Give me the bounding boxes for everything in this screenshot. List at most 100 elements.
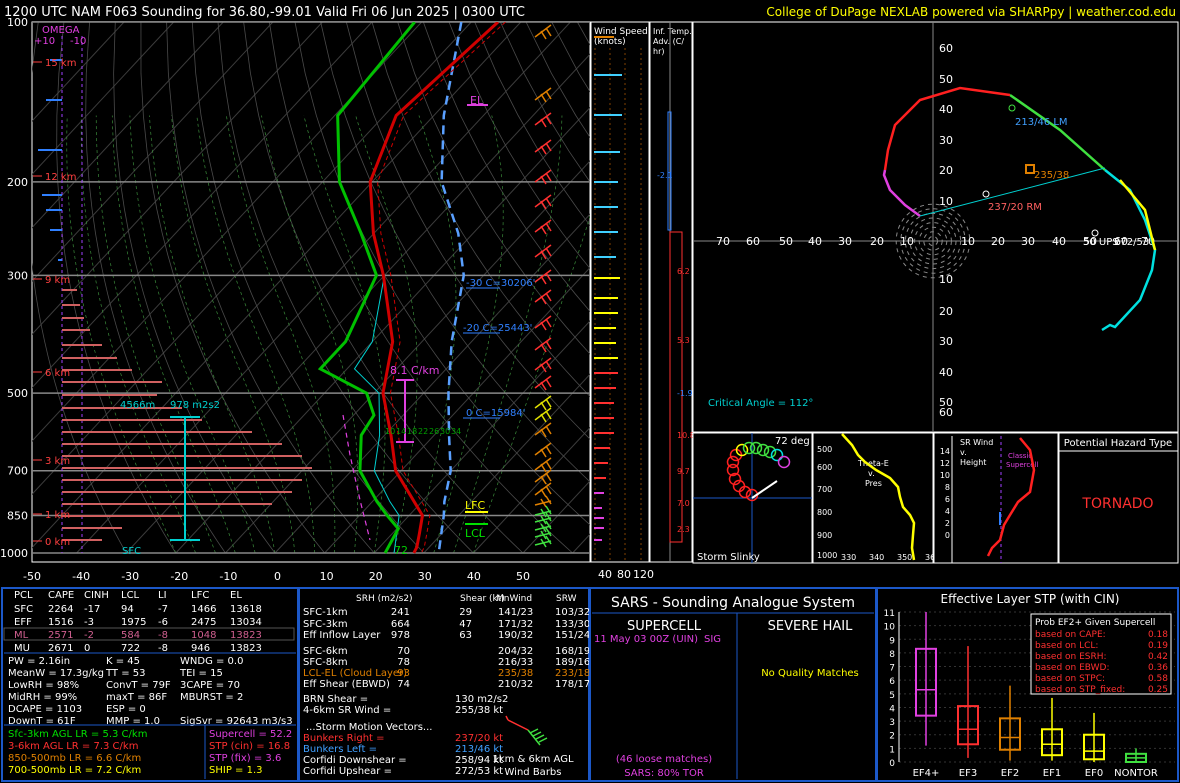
sars-hail: SEVERE HAIL <box>768 619 853 634</box>
hazard-value: TORNADO <box>1081 496 1153 512</box>
pressure-label-200: 200 <box>7 176 28 189</box>
hodo-axis-label-9: 30 <box>1021 235 1035 248</box>
parcel-cell-1-4: -6 <box>158 617 168 628</box>
thetae-ytick-1: 600 <box>817 463 832 472</box>
index-col2-4: ESP = 0 <box>106 704 146 715</box>
stp-ytick-11: 0 <box>889 759 895 769</box>
thermo-panel: PCL CAPE CINH LCL LI LFC EL SFC 2264 -17 94 -7 1466 1… <box>1 587 299 782</box>
kin-row-shear-0: 29 <box>459 607 472 618</box>
hodo-axis-label-4: 30 <box>838 235 852 248</box>
stp-prob-value-3: 0.36 <box>1148 663 1168 673</box>
pressure-label-700: 700 <box>7 465 28 478</box>
kin-header-3: SRW <box>556 594 577 604</box>
stp-ytick-7: 4 <box>889 704 895 714</box>
index-col2-0: K = 45 <box>106 656 140 667</box>
wetbulb-tick-6: 34 <box>451 427 461 436</box>
index-col3-3: MBURST = 2 <box>180 692 243 703</box>
stp-category-0: EF4+ <box>913 768 940 779</box>
severe-param-2: STP (fix) = 3.6 <box>209 753 281 764</box>
kinematic-panel: SRH (m2/s2) Shear (kt)MnWind SRWSFC-1km 241… <box>298 587 590 782</box>
hodo-lm-label: 213/46 LM <box>1015 117 1068 128</box>
adv-value-3: -1.9 <box>677 389 693 398</box>
kin-row-label-0: SFC-1km <box>303 607 348 618</box>
parcel-cell-3-2: 0 <box>84 643 90 654</box>
motion-label-3: Corfidi Upshear = <box>303 766 392 777</box>
hodo-axis-label-1: 60 <box>746 235 760 248</box>
sr-wind-panel: 14121086420SR Windv.HeightClassicSuperce… <box>933 432 1059 564</box>
height-label-3: 6 km <box>45 368 70 379</box>
index-col1-3: MidRH = 99% <box>8 692 77 703</box>
stp-prob-label-0: based on CAPE: <box>1035 630 1106 640</box>
hazard-title: Potential Hazard Type <box>1064 438 1172 449</box>
wind-speed-panel: Wind Speed (knots) 40 80 120 <box>590 21 654 581</box>
srwind-title-3: Height <box>960 458 986 467</box>
hodo-axis-label-3: 40 <box>808 235 822 248</box>
wind-speed-title: Wind Speed <box>594 27 648 37</box>
kin-row-mnwind-6: 210/32 <box>498 679 533 690</box>
svg-text:Adv. (C/: Adv. (C/ <box>653 37 684 46</box>
thetae-xtick-2: 350 <box>897 553 912 562</box>
kin-row-mnwind-3: 204/32 <box>498 646 533 657</box>
pressure-label-850: 850 <box>7 510 28 523</box>
adv-value-6: 7.0 <box>677 499 690 508</box>
wind-tick-40: 40 <box>598 568 612 581</box>
hodo-dns-label: 272/53 <box>1114 237 1149 248</box>
stp-prob-value-5: 0.25 <box>1148 685 1168 695</box>
sr-wind-value: 255/38 kt <box>455 705 503 716</box>
severe-param-1: STP (cin) = 16.8 <box>209 741 290 752</box>
kin-row-srw-4: 189/16 <box>555 657 590 668</box>
svg-text:Inf. Temp.: Inf. Temp. <box>653 27 692 36</box>
adv-value-2: 5.3 <box>677 336 690 345</box>
srwind-ytick-2: 10 <box>940 471 950 480</box>
motion-label-0: Bunkers Right = <box>303 733 385 744</box>
srwind-title-2: v. <box>960 448 967 457</box>
temp-tick-8: 30 <box>418 570 432 583</box>
header-credit: College of DuPage NEXLAB powered via SHA… <box>766 5 1176 19</box>
hodo-ring-label-5: 10 <box>939 195 953 208</box>
index-col1-1: MeanW = 17.3g/kg <box>8 668 104 679</box>
wetbulb-tick-1: 14 <box>396 427 406 436</box>
parcel-cell-2-1: 2571 <box>48 630 73 641</box>
hodo-ring-label-1: 50 <box>939 73 953 86</box>
thetae-title-3: Pres <box>865 479 882 488</box>
kin-row-srw-1: 133/30 <box>555 619 590 630</box>
motion-value-3: 272/53 kt <box>455 766 503 777</box>
stp-ytick-9: 2 <box>889 732 895 742</box>
pressure-label-300: 300 <box>7 269 28 282</box>
srwind-ytick-6: 2 <box>945 519 950 528</box>
index-col3-2: 3CAPE = 70 <box>180 680 240 691</box>
sars-tor: SARS: 80% TOR <box>624 768 704 779</box>
temp-tick-5: 0 <box>274 570 281 583</box>
parcel-cell-2-0: ML <box>14 630 29 641</box>
pressure-label-1000: 1000 <box>0 547 28 560</box>
wind-tick-120: 120 <box>633 568 654 581</box>
thetae-ytick-5: 1000 <box>817 551 837 560</box>
iso-label-0: -30 C=30206' <box>466 278 535 289</box>
el-label: EL <box>470 94 484 107</box>
parcel-cell-0-2: -17 <box>84 604 100 615</box>
stp-ytick-2: 9 <box>889 636 895 646</box>
stp-prob-label-5: based on STP_fixed: <box>1035 685 1125 695</box>
kin-row-srw-6: 178/17 <box>555 679 590 690</box>
kin-row-srh-2: 978 <box>391 630 410 641</box>
hazard-panel: Potential Hazard Type TORNADO <box>1058 432 1179 564</box>
kin-row-mnwind-2: 190/32 <box>498 630 533 641</box>
sars-loose: (46 loose matches) <box>616 754 712 765</box>
omega-left: +10 <box>34 36 55 47</box>
stp-title: Effective Layer STP (with CIN) <box>941 592 1120 606</box>
iso-label-1: -20 C=25443' <box>463 323 532 334</box>
stp-prob-label-1: based on LCL: <box>1035 641 1098 651</box>
index-col1-4: DCAPE = 1103 <box>8 704 82 715</box>
temp-tick-1: -40 <box>72 570 90 583</box>
stp-ytick-4: 7 <box>889 664 895 674</box>
height-label-0: 15 km <box>45 58 76 69</box>
kin-header-2: MnWind <box>496 594 532 604</box>
adv-value-7: 2.3 <box>677 525 690 534</box>
parcel-cell-3-4: -8 <box>158 643 168 654</box>
lapse-label: 8.1 C/km <box>390 364 439 377</box>
parcel-cell-0-6: 13618 <box>230 604 262 615</box>
stp-prob-title: Prob EF2+ Given Supercell <box>1035 618 1155 628</box>
srwind-ytick-7: 0 <box>945 531 950 540</box>
parcel-header-6: EL <box>230 590 242 601</box>
sars-no-match: No Quality Matches <box>761 668 859 679</box>
